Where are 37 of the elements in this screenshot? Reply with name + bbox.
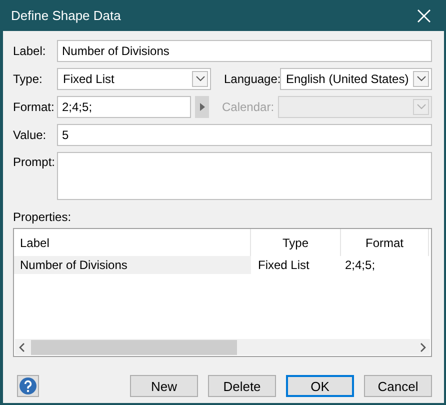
column-header[interactable]: Type	[251, 229, 341, 256]
input-field[interactable]: 2;4;5;	[57, 96, 191, 118]
chevron-down-icon	[416, 76, 426, 82]
table-cell[interactable]: Number of Divisions	[14, 256, 251, 274]
dropdown[interactable]: Fixed List	[57, 68, 211, 90]
input-field[interactable]: 5	[57, 124, 432, 146]
help-button[interactable]	[17, 375, 39, 397]
chevron-down-icon	[196, 76, 204, 82]
field-label: Value:	[13, 128, 48, 142]
dialog-button[interactable]: Delete	[208, 375, 276, 397]
dialog-button[interactable]: Cancel	[364, 375, 432, 397]
chevron-left-icon	[19, 342, 25, 352]
text-area[interactable]	[57, 152, 432, 200]
dialog-button[interactable]: New	[130, 375, 198, 397]
input-field[interactable]: Number of Divisions	[57, 40, 432, 62]
section-label: Properties:	[13, 210, 72, 225]
dropdown[interactable]: English (United States)	[280, 68, 432, 90]
window-title: Define Shape Data	[10, 8, 121, 23]
field-label: Calendar:	[222, 100, 276, 114]
triangle-right-icon	[200, 103, 204, 111]
column-header[interactable]: Format	[341, 229, 429, 256]
properties-list[interactable]: Label Type Format Number of Divisions Fixed List 2;4;5;	[13, 228, 432, 357]
chevron-right-icon	[420, 342, 426, 352]
chevron-down-icon	[416, 104, 426, 110]
table-cell-text: 2;4;5;	[344, 257, 376, 274]
field-label: Format:	[13, 100, 56, 114]
insert-button[interactable]	[195, 96, 209, 118]
help-icon	[19, 377, 37, 395]
field-label: Language:	[224, 72, 280, 86]
table-cell-text: Fixed List	[257, 257, 310, 274]
field-label: Type:	[13, 72, 44, 86]
close-icon	[417, 8, 431, 22]
field-label: Prompt:	[13, 154, 56, 169]
scroll-thumb[interactable]	[31, 340, 237, 354]
horizontal-scrollbar[interactable]	[15, 339, 430, 355]
field-label: Label:	[13, 44, 47, 58]
dialog-button[interactable]: OK	[286, 375, 354, 397]
